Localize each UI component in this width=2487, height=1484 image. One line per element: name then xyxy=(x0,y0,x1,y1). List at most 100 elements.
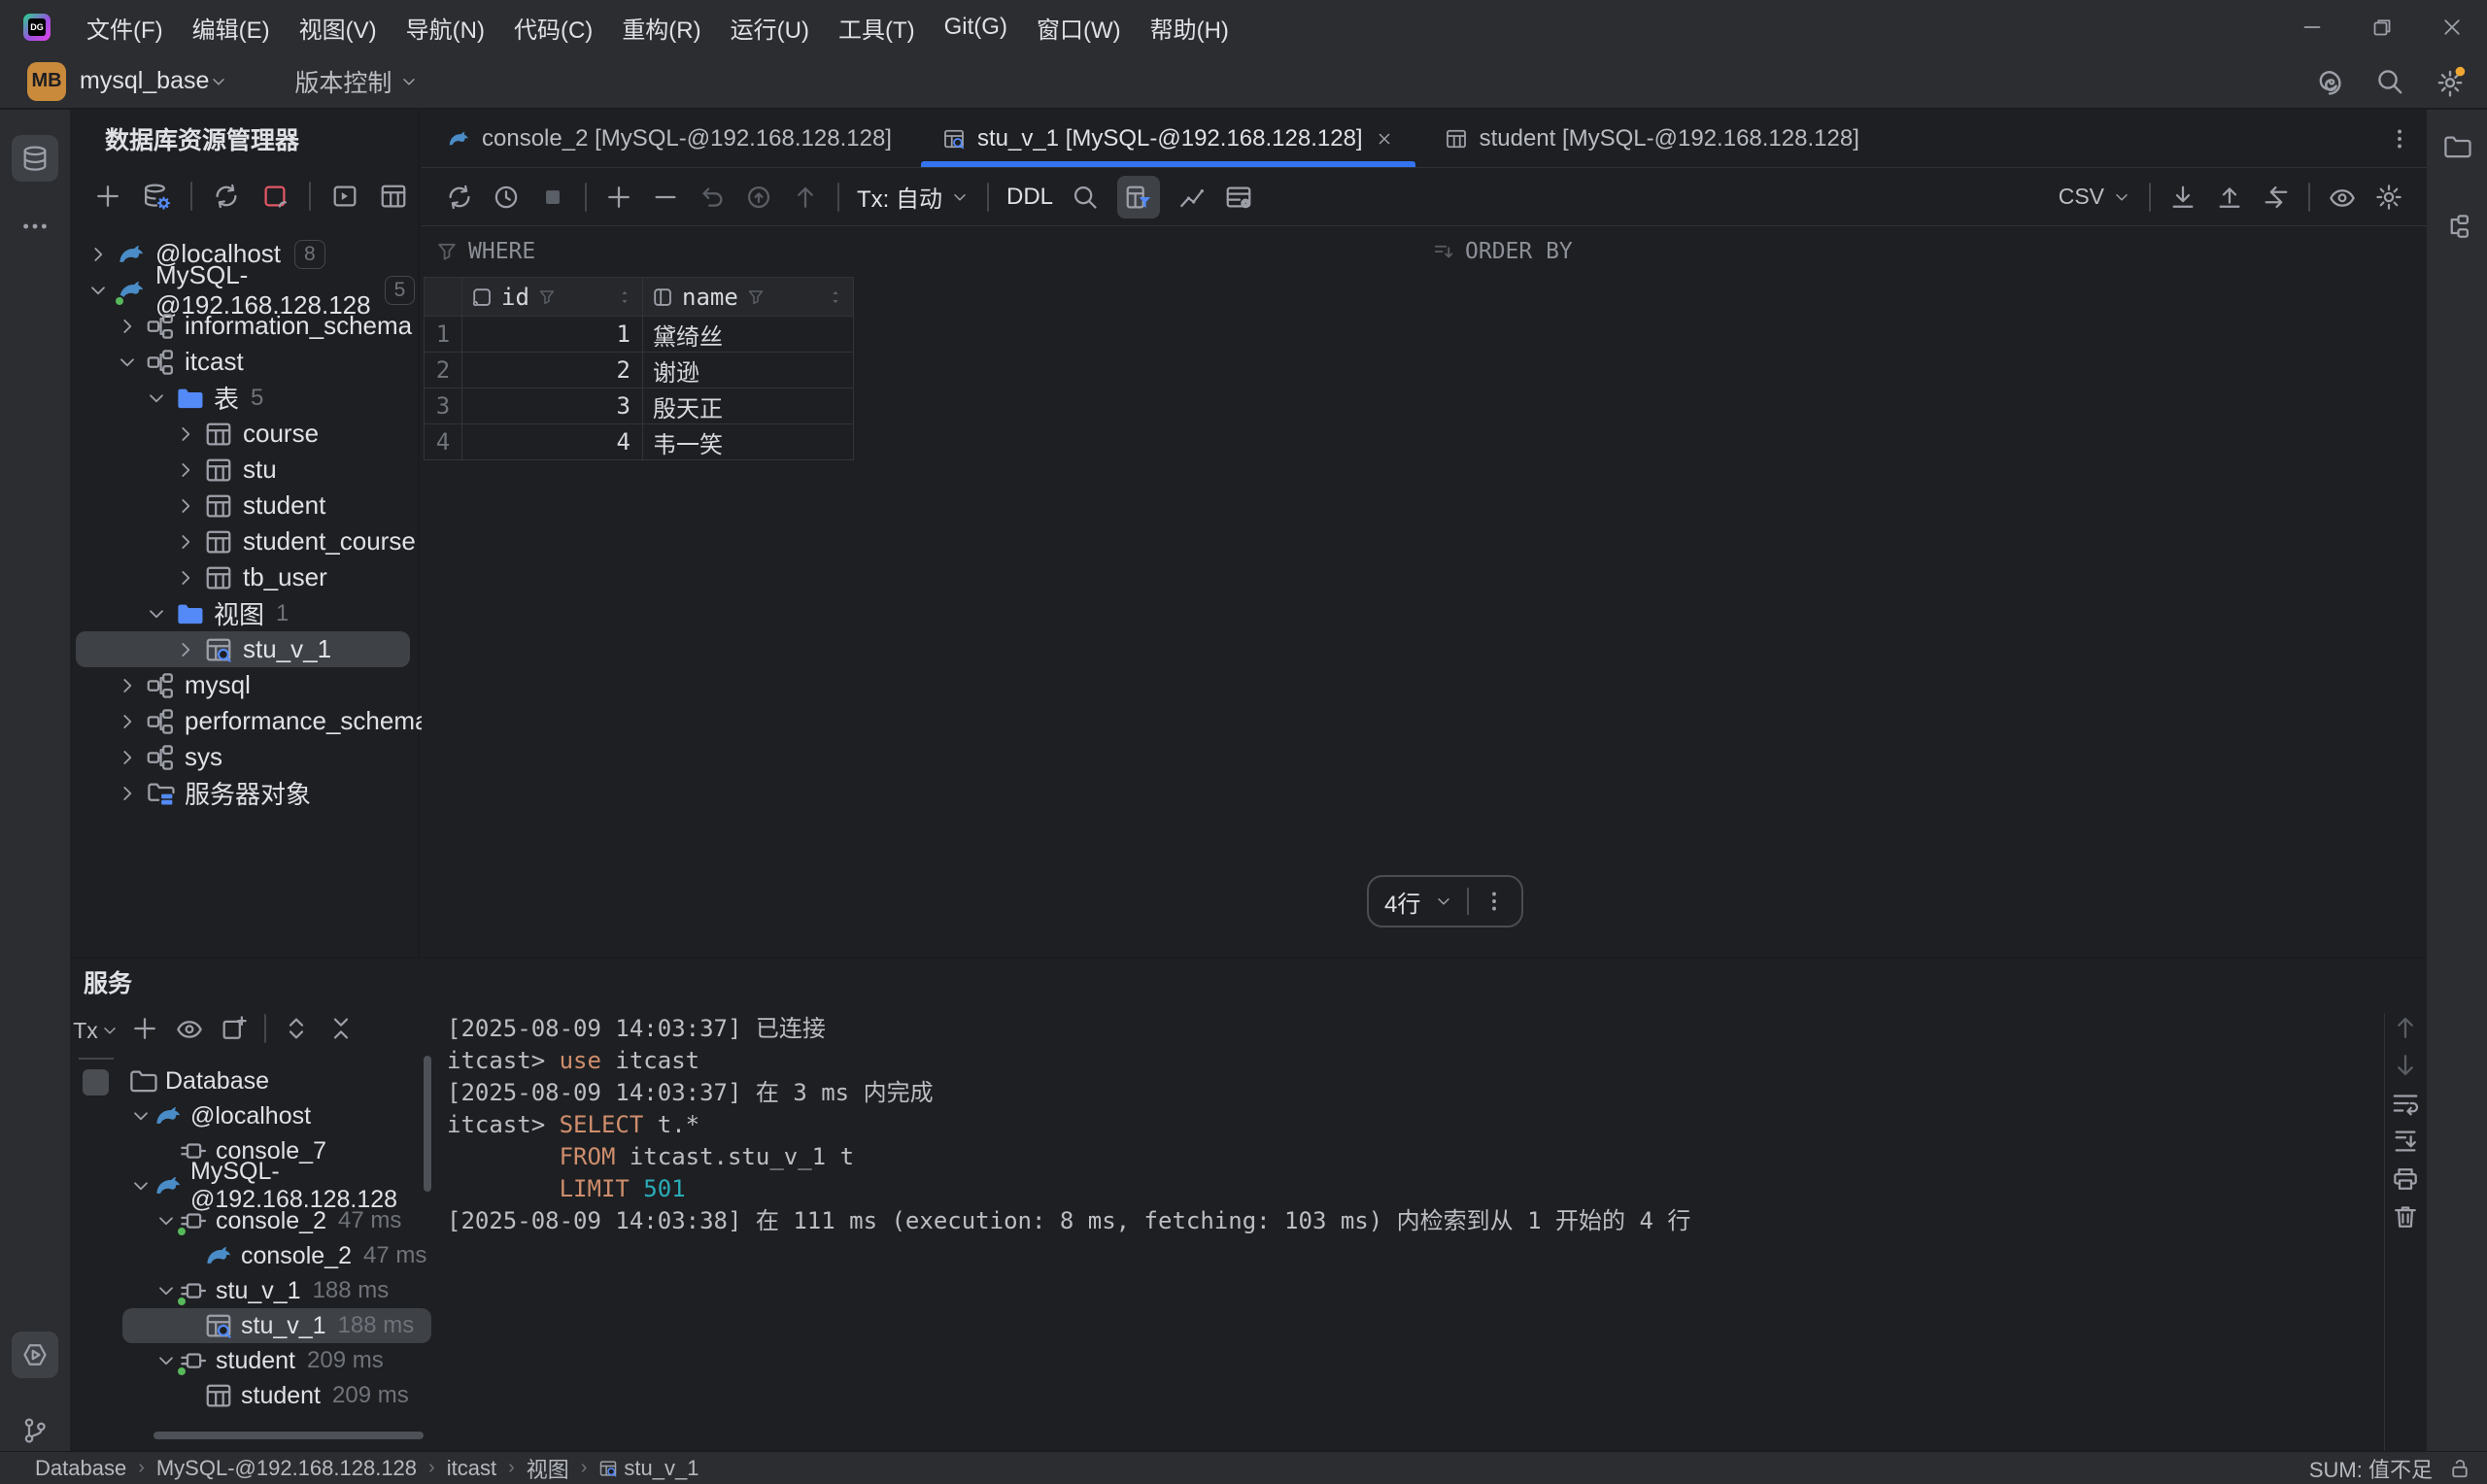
tab-student[interactable]: student [MySQL-@192.168.128.128] xyxy=(1419,110,1885,167)
chevron-right-icon[interactable] xyxy=(171,530,200,554)
eye-icon[interactable] xyxy=(175,1014,204,1043)
cell-name[interactable]: 韦一笑 xyxy=(643,424,854,460)
download-icon[interactable] xyxy=(2168,183,2197,212)
chevron-right-icon[interactable] xyxy=(113,674,142,697)
arrow-up-icon[interactable] xyxy=(2391,1013,2420,1042)
chevron-right-icon[interactable] xyxy=(171,458,200,482)
tab-list-kebab-icon[interactable] xyxy=(2388,127,2411,151)
project-badge[interactable]: MB xyxy=(27,62,66,101)
tree-item-服务器对象[interactable]: 服务器对象 xyxy=(76,775,410,811)
cell-id[interactable]: 4 xyxy=(462,424,643,460)
cell-name[interactable]: 殷天正 xyxy=(643,388,854,424)
folder-gray-stripe-button[interactable] xyxy=(2434,123,2480,170)
menu-视图V[interactable]: 视图(V) xyxy=(285,0,392,54)
tree-item-视图[interactable]: 视图1 xyxy=(76,595,410,631)
structure-stripe-button[interactable] xyxy=(2434,203,2480,250)
clock-icon[interactable] xyxy=(492,183,521,212)
table-settings-icon[interactable] xyxy=(1224,183,1253,212)
hexagon-play-stripe-button[interactable] xyxy=(12,1332,58,1378)
filter-table-icon[interactable] xyxy=(1124,183,1153,212)
csv-control[interactable]: CSV xyxy=(2059,184,2131,210)
open-new-icon[interactable] xyxy=(220,1014,249,1043)
refresh-icon[interactable] xyxy=(445,183,474,212)
tree-item-sys[interactable]: sys xyxy=(76,739,410,775)
undo-icon[interactable] xyxy=(698,183,727,212)
funnel-icon[interactable] xyxy=(537,287,557,307)
tree-item-表[interactable]: 表5 xyxy=(76,380,410,416)
refresh-icon[interactable] xyxy=(212,182,241,211)
chevron-down-icon[interactable] xyxy=(113,351,142,374)
chevron-down-icon[interactable] xyxy=(128,1104,153,1128)
cell-id[interactable]: 1 xyxy=(462,317,643,353)
gear-icon[interactable] xyxy=(2374,183,2403,212)
tree-item-mysql[interactable]: mysql xyxy=(76,667,410,703)
tree-item-stu_v_1[interactable]: stu_v_1 xyxy=(76,631,410,667)
tree-item-performance_schema[interactable]: performance_schema xyxy=(76,703,410,739)
breadcrumb-item-MySQL-@192.168.128.128[interactable]: MySQL-@192.168.128.128 xyxy=(156,1456,417,1481)
tree-item-itcast[interactable]: itcast xyxy=(76,344,410,380)
column-header-id[interactable]: id xyxy=(462,278,643,317)
plus-icon[interactable] xyxy=(93,182,122,211)
chart-icon[interactable] xyxy=(1177,183,1207,212)
menu-工具T[interactable]: 工具(T) xyxy=(824,0,930,54)
trash-icon[interactable] xyxy=(2391,1202,2420,1231)
row-count-pill[interactable]: 4行 xyxy=(1367,875,1523,928)
menu-运行U[interactable]: 运行(U) xyxy=(716,0,824,54)
tree-item-student[interactable]: student xyxy=(76,488,410,523)
close-x-icon[interactable] xyxy=(1375,129,1394,149)
arrow-up-icon[interactable] xyxy=(791,183,820,212)
service-item-stu_v_1[interactable]: stu_v_1188 ms xyxy=(122,1308,431,1343)
search-icon[interactable] xyxy=(2374,66,2405,97)
breadcrumb-item-视图[interactable]: 视图 xyxy=(527,1453,569,1484)
cell-id[interactable]: 2 xyxy=(462,353,643,388)
minus-icon[interactable] xyxy=(651,183,680,212)
restore-button[interactable] xyxy=(2347,0,2417,54)
chevron-down-icon[interactable] xyxy=(142,387,171,410)
upload-icon[interactable] xyxy=(2215,183,2244,212)
chevron-down-icon[interactable] xyxy=(153,1209,179,1232)
tree-item-stu[interactable]: stu xyxy=(76,452,410,488)
where-label[interactable]: WHERE xyxy=(468,239,535,264)
chevron-down-icon[interactable] xyxy=(153,1349,179,1372)
plus-icon[interactable] xyxy=(130,1014,159,1043)
filter-table-button-active[interactable] xyxy=(1117,176,1160,219)
column-header-name[interactable]: name xyxy=(643,278,854,317)
menu-文件F[interactable]: 文件(F) xyxy=(72,0,178,54)
git-branch-stripe-button[interactable] xyxy=(12,1407,58,1454)
stop-icon[interactable] xyxy=(538,183,567,212)
chevron-down-icon[interactable] xyxy=(209,72,228,91)
db-gear-icon[interactable] xyxy=(142,182,171,211)
ddl-control[interactable]: DDL xyxy=(1006,184,1053,211)
breadcrumb-item-stu_v_1[interactable]: stu_v_1 xyxy=(598,1456,698,1481)
menu-编辑E[interactable]: 编辑(E) xyxy=(178,0,285,54)
expand-icon[interactable] xyxy=(282,1014,311,1043)
services-vertical-scrollbar[interactable] xyxy=(424,1056,431,1192)
service-item-@localhost[interactable]: @localhost xyxy=(122,1098,431,1133)
sort-icon[interactable] xyxy=(826,287,845,307)
service-item-console_2[interactable]: console_247 ms xyxy=(122,1203,431,1238)
tx-button[interactable]: Tx xyxy=(75,1011,118,1050)
chevron-right-icon[interactable] xyxy=(113,782,142,805)
chevron-right-icon[interactable] xyxy=(171,422,200,446)
scroll-end-icon[interactable] xyxy=(2391,1127,2420,1156)
funnel-icon[interactable] xyxy=(746,287,766,307)
sort-icon[interactable] xyxy=(615,287,634,307)
swap-icon[interactable] xyxy=(2262,183,2291,212)
service-item-console_2[interactable]: console_247 ms xyxy=(122,1238,431,1273)
filter-funnel-icon[interactable] xyxy=(435,240,459,263)
chevron-right-icon[interactable] xyxy=(113,746,142,769)
tree-item-information_schema[interactable]: information_schema xyxy=(76,308,410,344)
console-run-icon[interactable] xyxy=(330,182,359,211)
menu-窗口W[interactable]: 窗口(W) xyxy=(1022,0,1136,54)
collapse-icon[interactable] xyxy=(326,1014,356,1043)
menu-GitG[interactable]: Git(G) xyxy=(930,0,1022,54)
chevron-right-icon[interactable] xyxy=(171,494,200,518)
chevron-down-icon[interactable] xyxy=(142,602,171,625)
plus-icon[interactable] xyxy=(604,183,633,212)
service-item-MySQL-@192.168.128.128[interactable]: MySQL-@192.168.128.128 xyxy=(122,1168,431,1203)
order-by-control[interactable]: ORDER BY xyxy=(1432,239,1573,264)
tree-item-course[interactable]: course xyxy=(76,416,410,452)
service-item-Database[interactable]: Database xyxy=(122,1063,431,1098)
database-checkbox[interactable] xyxy=(83,1069,109,1096)
eye-icon[interactable] xyxy=(2328,183,2357,212)
